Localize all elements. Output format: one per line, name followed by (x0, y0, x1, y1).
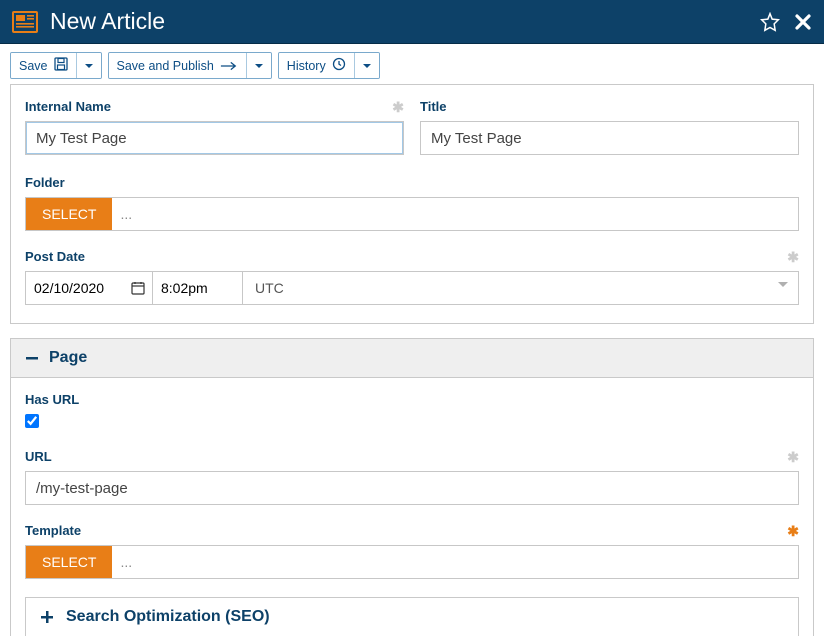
seo-section-title: Search Optimization (SEO) (66, 608, 270, 626)
post-date-label: Post Date (25, 249, 799, 264)
required-marker: ✱ (787, 523, 799, 540)
caret-down-icon (255, 64, 263, 68)
save-publish-dropdown[interactable] (246, 53, 271, 78)
save-dropdown[interactable] (76, 53, 101, 78)
required-marker: ✱ (787, 449, 799, 466)
history-label: History (287, 59, 326, 73)
history-dropdown[interactable] (354, 53, 379, 78)
title-input[interactable] (420, 121, 799, 155)
collapse-icon (25, 351, 39, 365)
page-section-title: Page (49, 349, 87, 367)
template-value: ... (112, 546, 798, 578)
internal-name-label: Internal Name (25, 99, 404, 114)
page-section-header[interactable]: Page (10, 338, 814, 378)
caret-down-icon (778, 282, 788, 287)
form-scroll-area[interactable]: Internal Name ✱ Title Folder SELECT ... … (0, 80, 824, 636)
history-clock-icon (332, 57, 346, 74)
title-label: Title (420, 99, 799, 114)
folder-label: Folder (25, 175, 799, 190)
article-icon (12, 9, 38, 35)
expand-icon (40, 610, 54, 624)
page-section-body: Has URL URL ✱ Template ✱ SELECT ... Sear… (10, 378, 814, 636)
template-selector[interactable]: SELECT ... (25, 545, 799, 579)
folder-select-button[interactable]: SELECT (26, 198, 112, 230)
save-button-label: Save (19, 59, 48, 73)
required-marker: ✱ (787, 249, 799, 266)
save-publish-label: Save and Publish (117, 59, 214, 73)
favorite-icon[interactable] (760, 12, 780, 32)
window-header: New Article (0, 0, 824, 44)
folder-value: ... (112, 198, 798, 230)
caret-down-icon (85, 64, 93, 68)
template-select-button[interactable]: SELECT (26, 546, 112, 578)
url-label: URL (25, 449, 799, 464)
has-url-checkbox[interactable] (25, 414, 39, 428)
main-panel: Internal Name ✱ Title Folder SELECT ... … (10, 84, 814, 324)
post-time-input[interactable] (153, 271, 243, 305)
close-icon[interactable] (794, 13, 812, 31)
seo-section-header[interactable]: Search Optimization (SEO) (25, 597, 799, 636)
caret-down-icon (363, 64, 371, 68)
history-button[interactable]: History (279, 53, 354, 78)
save-publish-button[interactable]: Save and Publish (109, 53, 246, 78)
calendar-icon[interactable] (131, 281, 145, 295)
folder-selector[interactable]: SELECT ... (25, 197, 799, 231)
arrow-right-icon (220, 61, 238, 71)
save-disk-icon (54, 57, 68, 74)
timezone-select[interactable]: UTC (243, 271, 799, 305)
has-url-label: Has URL (25, 392, 799, 407)
window-title: New Article (50, 8, 760, 35)
required-marker: ✱ (392, 99, 404, 116)
template-label: Template (25, 523, 799, 538)
internal-name-input[interactable] (25, 121, 404, 155)
save-button[interactable]: Save (11, 53, 76, 78)
timezone-value: UTC (255, 280, 284, 296)
url-input[interactable] (25, 471, 799, 505)
